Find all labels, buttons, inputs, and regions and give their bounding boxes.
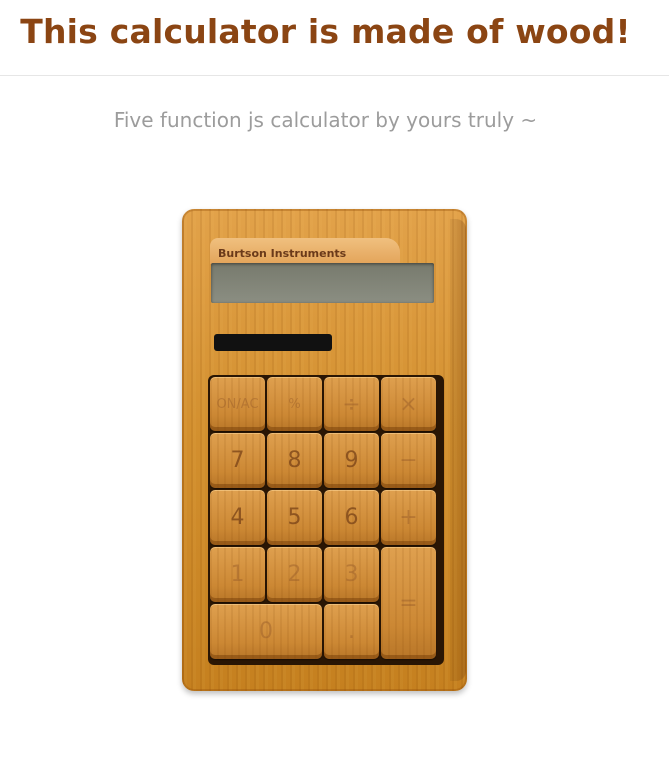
calculator-display (211, 263, 434, 303)
key-plus[interactable]: + (381, 490, 436, 545)
key-decimal[interactable]: . (324, 604, 379, 659)
key-6[interactable]: 6 (324, 490, 379, 545)
key-multiply[interactable]: × (381, 377, 436, 431)
solar-panel (214, 334, 332, 351)
page-title: This calculator is made of wood! (20, 12, 631, 51)
key-2[interactable]: 2 (267, 547, 322, 602)
key-on-ac[interactable]: ON/AC (210, 377, 265, 431)
header-divider (0, 75, 669, 76)
key-minus[interactable]: − (381, 433, 436, 488)
key-divide[interactable]: ÷ (324, 377, 379, 431)
brand-label: Burtson Instruments (218, 247, 347, 260)
key-8[interactable]: 8 (267, 433, 322, 488)
key-1[interactable]: 1 (210, 547, 265, 602)
page-subtitle: Five function js calculator by yours tru… (113, 108, 538, 132)
key-7[interactable]: 7 (210, 433, 265, 488)
calculator-body: Burtson Instruments ON/AC % ÷ × 7 8 9 − … (182, 209, 467, 691)
key-equals[interactable]: = (381, 547, 436, 659)
key-5[interactable]: 5 (267, 490, 322, 545)
key-3[interactable]: 3 (324, 547, 379, 602)
key-4[interactable]: 4 (210, 490, 265, 545)
key-0[interactable]: 0 (210, 604, 322, 659)
key-percent[interactable]: % (267, 377, 322, 431)
calculator-photo: Burtson Instruments ON/AC % ÷ × 7 8 9 − … (74, 145, 509, 745)
calculator-side-rim (450, 219, 466, 681)
key-9[interactable]: 9 (324, 433, 379, 488)
